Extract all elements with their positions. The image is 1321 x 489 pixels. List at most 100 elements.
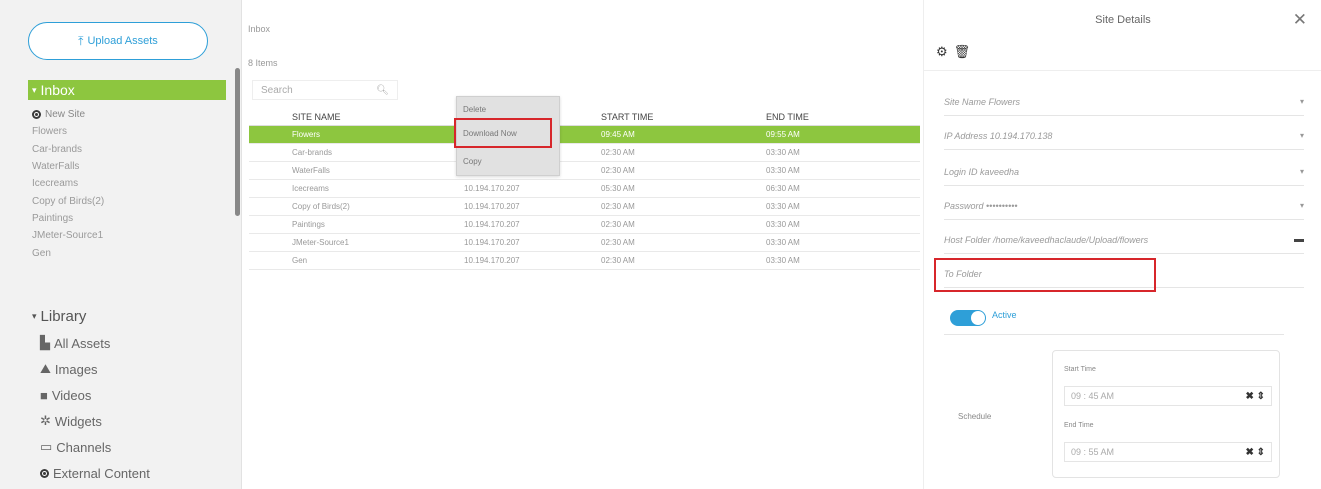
table-cell-start: 09:45 AM [601, 130, 635, 139]
sidebar-site-item[interactable]: Paintings [32, 210, 104, 227]
library-item-all-assets[interactable]: ▙ All Assets [40, 330, 150, 356]
table-cell-name: Copy of Birds(2) [292, 202, 350, 211]
start-time-value: 09 : 45 AM [1071, 391, 1115, 401]
dropdown-arrow-icon: ▾ [1299, 97, 1304, 106]
to-folder-highlight [934, 258, 1156, 292]
library-item-channels[interactable]: ▭ Channels [40, 434, 150, 460]
table-row[interactable]: Icecreams 10.194.170.207 05:30 AM 06:30 AM [249, 180, 920, 198]
schedule-label: Schedule [958, 412, 992, 421]
table-row[interactable]: WaterFalls10.194.170.20702:30 AM03:30 AM [249, 162, 920, 180]
sidebar-site-item[interactable]: Icecreams [32, 175, 104, 192]
upload-icon: ⤒ [78, 33, 84, 48]
table-cell-name: Paintings [292, 220, 325, 229]
sidebar-site-item[interactable]: Flowers [32, 123, 104, 140]
table-row[interactable]: Copy of Birds(2) 10.194.170.207 02:30 AM 03… [249, 198, 920, 216]
table-cell-start: 02:30 AM [601, 166, 635, 175]
library-item-label: External Content [53, 465, 150, 481]
context-menu-delete[interactable]: Delete [457, 105, 559, 114]
download-now-highlight [454, 118, 552, 148]
library-item-label: Videos [51, 387, 92, 403]
breadcrumb[interactable]: Inbox [248, 24, 270, 34]
sidebar-site-item[interactable]: Car-brands [32, 141, 104, 158]
start-time-input[interactable]: 09 : 45 AM ✖ ⇕ [1064, 386, 1272, 406]
sidebar-site-item[interactable]: Gen [32, 244, 104, 261]
library-label: Library [40, 308, 87, 325]
library-item-images[interactable]: ⛰ Images [40, 356, 150, 382]
library-item-label: Widgets [54, 413, 102, 429]
table-cell-ip: 10.194.170.207 [464, 184, 520, 193]
table-row[interactable]: Gen 10.194.170.207 02:30 AM 03:30 AM [249, 252, 920, 270]
panel-toolbar: ⚙ 🗑︎ [936, 44, 970, 60]
site-name-value: Site Name Flowers [944, 96, 1021, 107]
search-icon: 🔍︎ [376, 84, 389, 96]
login-id-value: Login ID kaveedha [944, 166, 1020, 177]
new-site-item[interactable]: New Site [32, 106, 104, 123]
context-menu-copy[interactable]: Copy [457, 157, 559, 166]
search-placeholder: Search [261, 84, 293, 96]
gear-icon: ✲ [40, 413, 51, 428]
table-cell-start: 05:30 AM [601, 184, 635, 193]
folder-icon[interactable]: ▬ [1294, 234, 1304, 245]
video-icon: ■ [40, 387, 48, 403]
site-name-field[interactable]: Site Name Flowers ▾ [944, 88, 1304, 116]
table-cell-start: 02:30 AM [601, 256, 635, 265]
inbox-list: New Site Flowers Car-brands WaterFalls Icec… [32, 106, 104, 262]
monitor-icon: ▭ [40, 439, 53, 454]
inbox-header[interactable]: ▾ Inbox [28, 80, 226, 100]
table-cell-end: 06:30 AM [766, 184, 800, 193]
table-cell-start: 02:30 AM [601, 148, 635, 157]
search-input[interactable]: Search 🔍︎ [252, 80, 398, 100]
table-row[interactable]: Paintings 10.194.170.207 02:30 AM 03:30 AM [249, 216, 920, 234]
library-item-external-content[interactable]: External Content [40, 460, 150, 486]
sidebar-site-item[interactable]: JMeter-Source1 [32, 227, 104, 244]
close-icon[interactable]: ✕ [1293, 10, 1307, 30]
image-icon: ⛰ [40, 361, 51, 376]
caret-down-icon: ▾ [32, 84, 37, 95]
library-item-widgets[interactable]: ✲ Widgets [40, 408, 150, 434]
library-item-label: All Assets [54, 335, 111, 351]
table-row[interactable]: JMeter-Source1 10.194.170.207 02:30 AM 03:3… [249, 234, 920, 252]
login-id-field[interactable]: Login ID kaveedha ▾ [944, 158, 1304, 186]
clear-stepper-icon[interactable]: ✖ ⇕ [1245, 391, 1265, 402]
upload-assets-button[interactable]: ⤒ Upload Assets [28, 22, 208, 60]
dropdown-arrow-icon: ▾ [1299, 131, 1304, 140]
inbox-label: Inbox [40, 82, 75, 98]
table-header: SITE NAME START TIME END TIME [249, 108, 920, 126]
end-time-value: 09 : 55 AM [1071, 447, 1115, 457]
sidebar-site-item[interactable]: Copy of Birds(2) [32, 192, 104, 209]
sidebar-scrollbar[interactable] [235, 68, 240, 216]
settings-icon[interactable]: ⚙ [936, 44, 948, 60]
ip-address-field[interactable]: IP Address 10.194.170.138 ▾ [944, 122, 1304, 150]
clear-stepper-icon[interactable]: ✖ ⇕ [1245, 447, 1265, 458]
caret-down-icon: ▾ [32, 311, 37, 321]
table-cell-name: WaterFalls [292, 166, 330, 175]
library-header[interactable]: ▾ Library [32, 308, 86, 325]
dropdown-arrow-icon: ▾ [1299, 167, 1304, 176]
table-cell-end: 09:55 AM [766, 130, 800, 139]
dropdown-arrow-icon: ▾ [1299, 201, 1304, 210]
column-header-start-time[interactable]: START TIME [591, 112, 756, 122]
table-row[interactable]: Flowers10.194.170.13809:45 AM09:55 AM [249, 126, 920, 144]
item-count: 8 Items [248, 58, 278, 68]
host-folder-field[interactable]: Host Folder /home/kaveedhaclaude/Upload/… [944, 226, 1304, 254]
sidebar: ⤒ Upload Assets ▾ Inbox New Site Flowers… [0, 0, 242, 489]
table-row[interactable]: Car-brands10.194.170.20702:30 AM03:30 AM [249, 144, 920, 162]
column-header-site-name[interactable]: SITE NAME [249, 112, 454, 122]
table-cell-ip: 10.194.170.207 [464, 256, 520, 265]
active-divider [944, 334, 1284, 335]
table-cell-ip: 10.194.170.207 [464, 220, 520, 229]
library-item-videos[interactable]: ■ Videos [40, 382, 150, 408]
table-cell-start: 02:30 AM [601, 238, 635, 247]
end-time-input[interactable]: 09 : 55 AM ✖ ⇕ [1064, 442, 1272, 462]
toolbar-divider [924, 70, 1321, 71]
active-toggle[interactable] [950, 310, 986, 326]
column-header-end-time[interactable]: END TIME [756, 112, 920, 122]
add-circle-icon [32, 110, 41, 120]
table-cell-name: JMeter-Source1 [292, 238, 349, 247]
trash-icon[interactable]: 🗑︎ [954, 44, 971, 60]
panel-title: Site Details [1095, 14, 1151, 26]
password-field[interactable]: Password •••••••••• ▾ [944, 192, 1304, 220]
new-site-label: New Site [45, 109, 86, 121]
sidebar-site-item[interactable]: WaterFalls [32, 158, 104, 175]
main-content: Inbox 8 Items Search 🔍︎ SITE NAME START … [244, 0, 922, 489]
